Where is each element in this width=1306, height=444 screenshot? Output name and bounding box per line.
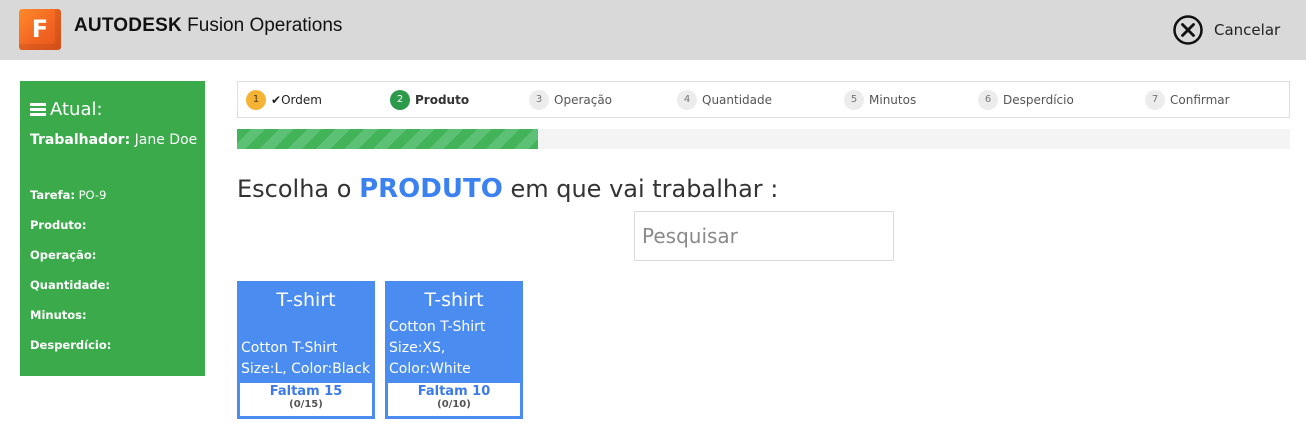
wizard-progress-bar — [237, 129, 1290, 149]
field-label: Quantidade — [30, 278, 106, 292]
product-description-line: Cotton T-Shirt — [241, 340, 338, 356]
step-number: 1 — [246, 90, 266, 110]
cancel-label: Cancelar — [1214, 21, 1281, 39]
step-produto[interactable]: 2 Produto — [390, 90, 469, 110]
title-prefix: Escolha o — [237, 175, 352, 203]
app-brand: AUTODESK — [74, 15, 182, 36]
remaining-box: Faltam 15 (0/15) — [240, 383, 372, 416]
current-status-panel: Atual: Trabalhador: Jane Doe Tarefa: PO-… — [20, 81, 205, 376]
app-header: F AUTODESK Fusion Operations Cancelar — [0, 0, 1306, 60]
app-product-name: Fusion Operations — [187, 15, 343, 36]
step-operacao[interactable]: 3 Operação — [529, 90, 612, 110]
product-title: T-shirt — [424, 289, 484, 311]
step-number: 5 — [844, 90, 864, 110]
step-label: Confirmar — [1170, 93, 1230, 107]
search-input[interactable] — [634, 211, 894, 261]
field-label: Tarefa — [30, 188, 71, 202]
step-label: Minutos — [869, 93, 917, 107]
field-label: Desperdício — [30, 338, 107, 352]
field-produto: Produto: — [30, 218, 87, 232]
step-label: Produto — [415, 93, 470, 107]
field-tarefa: Tarefa: PO-9 — [30, 188, 107, 202]
step-desperdicio[interactable]: 6 Desperdício — [978, 90, 1074, 110]
field-operacao: Operação: — [30, 248, 97, 262]
step-label: Quantidade — [702, 93, 773, 107]
step-number: 2 — [390, 90, 410, 110]
check-icon: ✔ — [271, 93, 282, 107]
product-description-line: Cotton T-Shirt — [389, 319, 486, 335]
panel-title-text: Atual: — [50, 99, 103, 120]
field-label: Produto — [30, 218, 82, 232]
app-title: AUTODESK Fusion Operations — [74, 15, 342, 37]
panel-title: Atual: — [30, 99, 103, 120]
field-desperdicio: Desperdício: — [30, 338, 112, 352]
fusion-logo-icon: F — [19, 9, 61, 50]
progress-count: (0/15) — [289, 399, 323, 410]
title-highlight: PRODUTO — [359, 174, 503, 204]
field-value: PO-9 — [78, 188, 107, 202]
progress-fill — [237, 129, 539, 149]
step-number: 7 — [1145, 90, 1165, 110]
worker-value: Jane Doe — [134, 132, 198, 148]
step-label-text: Ordem — [281, 93, 322, 107]
product-description-line: Size:XS, — [389, 340, 446, 356]
page-title: Escolha o PRODUTO em que vai trabalhar : — [237, 174, 778, 204]
remaining-label: Faltam 15 — [269, 384, 343, 399]
wizard-steps: 1 ✔Ordem 2 Produto 3 Operação 4 Quantida… — [237, 81, 1290, 118]
menu-icon — [30, 103, 46, 116]
cancel-button[interactable]: Cancelar — [1172, 14, 1280, 46]
step-ordem[interactable]: 1 ✔Ordem — [246, 90, 322, 110]
title-suffix: em que vai trabalhar : — [510, 175, 779, 203]
field-minutos: Minutos: — [30, 308, 87, 322]
field-label: Minutos — [30, 308, 83, 322]
progress-count: (0/10) — [437, 399, 471, 410]
step-minutos[interactable]: 5 Minutos — [844, 90, 916, 110]
step-label: ✔Ordem — [271, 93, 322, 107]
worker-label: Trabalhador — [30, 132, 125, 148]
field-label: Operação — [30, 248, 92, 262]
step-number: 6 — [978, 90, 998, 110]
step-label: Desperdício — [1003, 93, 1074, 107]
product-card[interactable]: T-shirt Cotton T-Shirt Size:L, Color:Bla… — [237, 281, 375, 419]
product-description-line: Size:L, Color:Black — [241, 361, 371, 377]
remaining-box: Faltam 10 (0/10) — [388, 383, 520, 416]
remaining-label: Faltam 10 — [417, 384, 491, 399]
step-quantidade[interactable]: 4 Quantidade — [677, 90, 772, 110]
product-description-line: Color:White — [389, 361, 471, 377]
close-circle-icon — [1173, 15, 1203, 45]
step-label: Operação — [554, 93, 613, 107]
worker-info: Trabalhador: Jane Doe — [30, 132, 198, 148]
field-quantidade: Quantidade: — [30, 278, 110, 292]
product-title: T-shirt — [276, 289, 336, 311]
step-confirmar[interactable]: 7 Confirmar — [1145, 90, 1230, 110]
step-number: 4 — [677, 90, 697, 110]
step-number: 3 — [529, 90, 549, 110]
product-card[interactable]: T-shirt Cotton T-Shirt Size:XS, Color:Wh… — [385, 281, 523, 419]
